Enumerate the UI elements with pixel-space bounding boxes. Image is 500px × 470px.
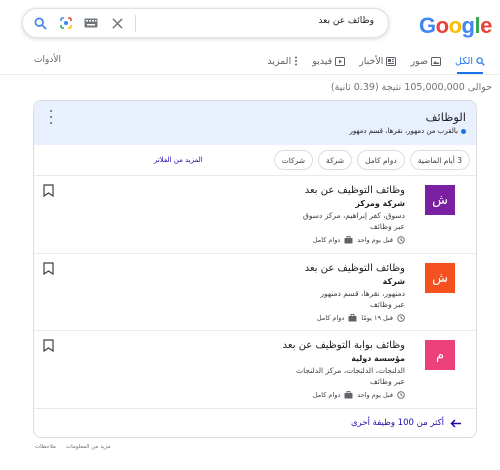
jobs-location: بالقرب من دمهور، نقرها، قسم دمهور <box>349 127 466 135</box>
job-source: عبر وظائف <box>370 222 405 231</box>
location-dot-icon <box>461 128 466 134</box>
company-logo: م <box>425 340 455 370</box>
search-divider <box>135 15 136 32</box>
more-options-icon[interactable] <box>48 110 54 124</box>
video-icon <box>335 56 346 66</box>
search-icon <box>476 56 485 66</box>
logo-letter: e <box>480 13 492 38</box>
filter-chips: 3 أيام الماضية دوام كامل شركة شركات <box>273 150 470 170</box>
chip-full-time[interactable]: دوام كامل <box>357 150 405 170</box>
job-source: عبر وظائف <box>370 377 405 386</box>
company-logo: ش <box>425 263 455 293</box>
tab-label: الكل <box>455 55 473 67</box>
result-stats: حوالى 105,000,000 نتيجة (0.39 ثانية) <box>330 82 492 93</box>
header-divider <box>0 74 500 75</box>
more-jobs-label: أكثر من 100 وظيفة أخرى <box>351 418 444 428</box>
job-company: شركة <box>382 277 405 286</box>
tab-label: الأخبار <box>359 55 384 67</box>
clock-icon <box>397 314 405 322</box>
chip-company[interactable]: شركة <box>318 150 353 170</box>
job-meta: قبل يوم واحد دوام كامل <box>313 236 405 244</box>
job-location: دسوق، كفر إبراهيم، مركز دسوق <box>303 211 405 220</box>
job-meta: قبل يوم واحد دوام كامل <box>313 391 405 399</box>
lens-icon[interactable] <box>58 15 74 31</box>
clear-icon[interactable] <box>109 15 125 31</box>
chip-companies[interactable]: شركات <box>273 150 314 170</box>
company-logo: ش <box>425 185 455 215</box>
search-box[interactable]: وظائف عن بعد <box>22 8 389 38</box>
logo-letter: o <box>448 13 462 38</box>
bookmark-icon[interactable] <box>43 262 54 275</box>
tab-label: فيديو <box>312 55 333 67</box>
job-company: مؤسسة دولية <box>351 354 405 363</box>
logo-letter: G <box>419 13 436 38</box>
image-icon <box>431 56 442 66</box>
tab-label: المزيد <box>267 55 292 67</box>
feedback-link[interactable]: ملاحظات <box>35 444 56 450</box>
clock-icon <box>397 236 405 244</box>
job-type: دوام كامل <box>312 236 341 244</box>
job-title: وظائف التوظيف عن بعد <box>304 263 405 274</box>
bookmark-icon[interactable] <box>43 184 54 197</box>
job-posted: قبل ١٩ يومًا <box>361 314 393 322</box>
more-info-link[interactable]: مزيد من المعلومات <box>66 444 111 450</box>
job-listing[interactable]: ش وظائف التوظيف عن بعد شركة ومركز دسوق، … <box>34 176 476 252</box>
card-footer: ملاحظات مزيد من المعلومات <box>35 444 111 450</box>
job-listing[interactable]: م وظائف بوابة التوظيف عن بعد مؤسسة دولية… <box>34 331 476 407</box>
search-tabs: الكل صور الأخبار فيديو المزيد <box>260 52 492 72</box>
logo-letter: g <box>461 13 475 38</box>
job-meta: قبل ١٩ يومًا دوام كامل <box>317 314 405 322</box>
search-input[interactable]: وظائف عن بعد <box>318 16 374 26</box>
keyboard-icon[interactable] <box>83 15 99 31</box>
briefcase-icon <box>344 236 353 244</box>
bookmark-icon[interactable] <box>43 339 54 352</box>
job-company: شركة ومركز <box>355 199 405 208</box>
jobs-card: الوظائف بالقرب من دمهور، نقرها، قسم دمهو… <box>33 100 477 438</box>
tab-videos[interactable]: فيديو <box>305 52 352 70</box>
google-logo[interactable]: Google <box>419 13 492 39</box>
tab-news[interactable]: الأخبار <box>352 52 403 70</box>
job-listing[interactable]: ش وظائف التوظيف عن بعد شركة دمنهور، نقره… <box>34 254 476 330</box>
jobs-card-title: الوظائف <box>425 110 466 124</box>
job-posted: قبل يوم واحد <box>357 236 393 244</box>
chip-past-3-days[interactable]: 3 أيام الماضية <box>409 150 470 170</box>
search-icon[interactable] <box>32 15 48 31</box>
news-icon <box>386 56 397 66</box>
job-source: عبر وظائف <box>370 300 405 309</box>
job-posted: قبل يوم واحد <box>357 391 393 399</box>
jobs-card-header: الوظائف بالقرب من دمهور، نقرها، قسم دمهو… <box>34 101 476 145</box>
more-jobs-link[interactable]: أكثر من 100 وظيفة أخرى <box>351 418 462 428</box>
arrow-left-icon <box>450 418 461 428</box>
more-filters-link[interactable]: المزيد من الفلاتر <box>154 156 203 164</box>
job-title: وظائف التوظيف عن بعد <box>304 185 405 196</box>
logo-letter: o <box>435 13 449 38</box>
row-divider <box>34 408 476 409</box>
tab-more[interactable]: المزيد <box>260 52 305 70</box>
tab-label: صور <box>410 55 429 67</box>
job-location: دمنهور، نقرها، قسم دمنهور <box>320 289 405 298</box>
job-type: دوام كامل <box>312 391 341 399</box>
briefcase-icon <box>344 391 353 399</box>
tools-button[interactable]: الأدوات <box>34 55 61 65</box>
more-icon <box>295 56 298 66</box>
clock-icon <box>397 391 405 399</box>
briefcase-icon <box>348 314 357 322</box>
tab-all[interactable]: الكل <box>448 52 492 70</box>
job-location: الدلنجات، الدلنجات، مركز الدلنجات <box>296 366 405 375</box>
job-title: وظائف بوابة التوظيف عن بعد <box>282 340 405 351</box>
tab-images[interactable]: صور <box>403 52 448 70</box>
job-type: دوام كامل <box>316 314 345 322</box>
jobs-location-text: بالقرب من دمهور، نقرها، قسم دمهور <box>349 127 458 135</box>
